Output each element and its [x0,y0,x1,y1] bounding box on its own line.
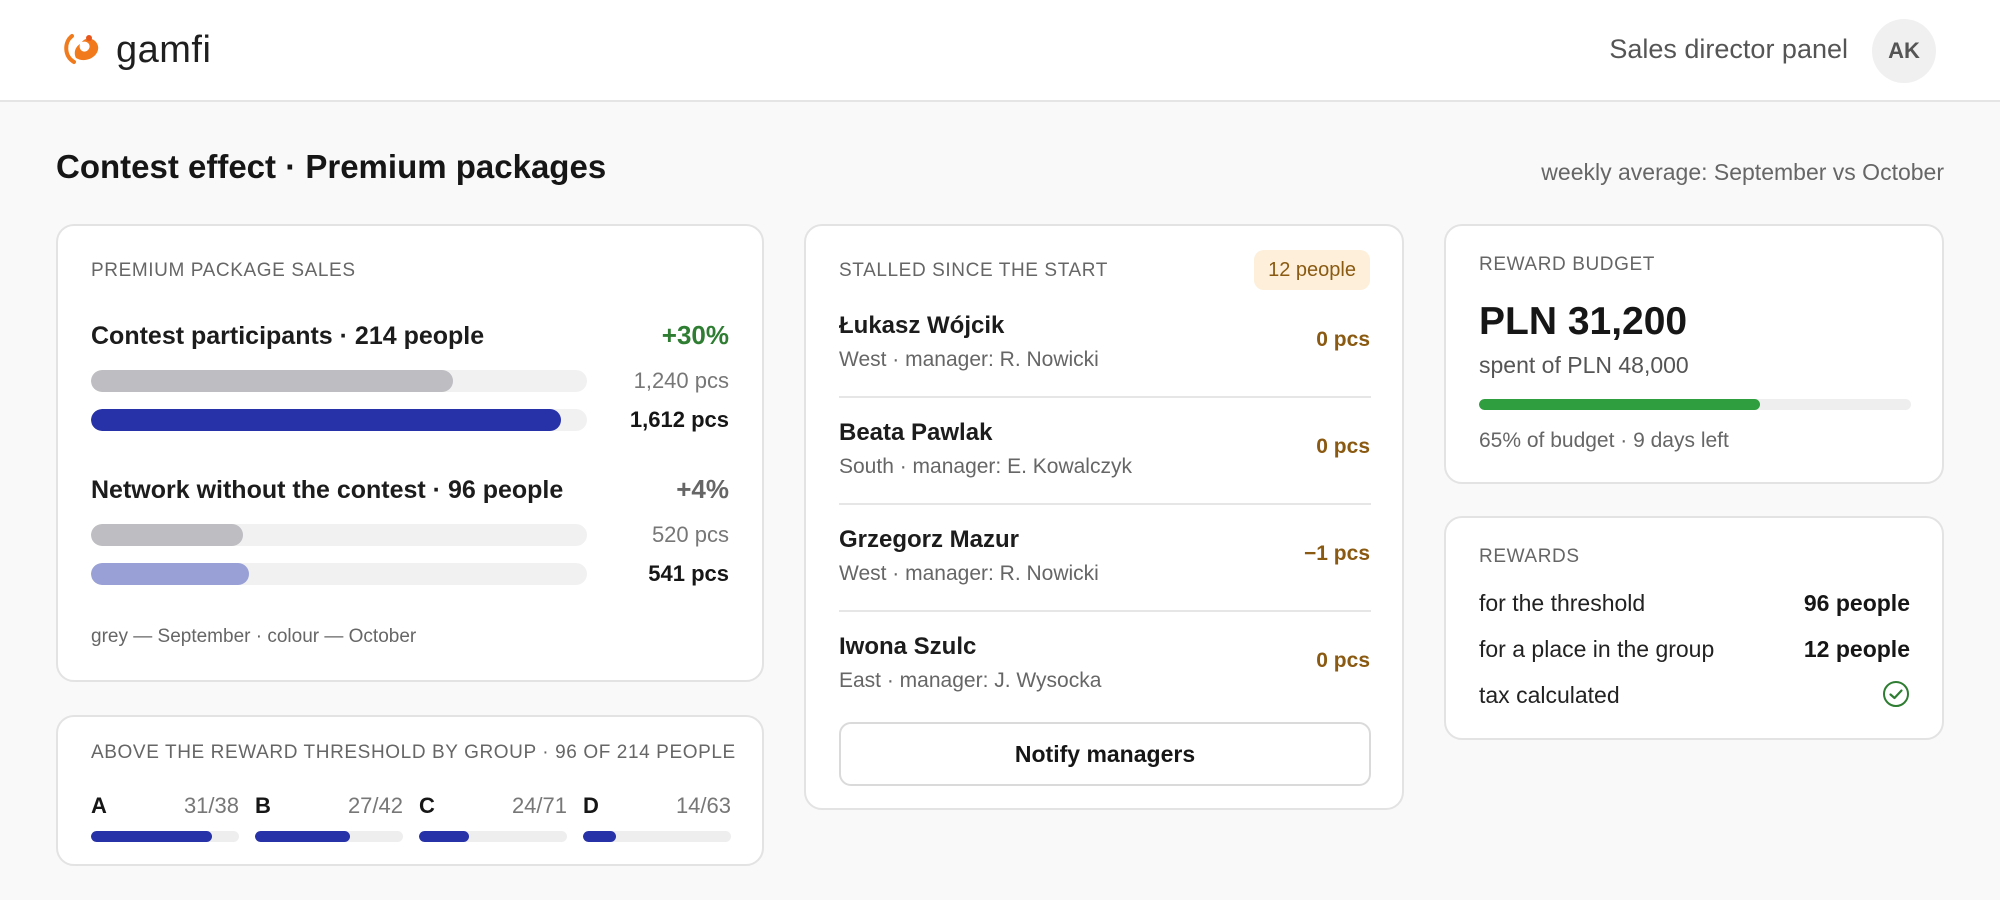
card-caption: REWARDS [1479,546,1580,567]
check-circle-icon [1882,680,1910,713]
reward-row-label: for a place in the group [1479,636,1715,662]
row-divider [839,610,1371,612]
reward-row-value: 12 people [1803,636,1910,662]
group-ratio: 27/42 [347,793,403,818]
group-progress-track [91,831,239,842]
person-name[interactable]: Grzegorz Mazur [839,526,1019,554]
card-caption: ABOVE THE REWARD THRESHOLD BY GROUP · 96… [91,742,736,763]
budget-bar-fill [1479,399,1760,410]
brand-logo[interactable]: gamfi [62,28,211,73]
october-value: 541 pcs [648,561,729,586]
sales-group-label: Contest participants · 214 people [91,322,485,350]
person-detail: South · manager: E. Kowalczyk [839,455,1132,478]
october-value: 1,612 pcs [629,407,729,432]
top-bar: gamfi Sales director panel AK [0,0,2000,102]
september-bar-fill [91,370,453,392]
card-caption: PREMIUM PACKAGE SALES [91,260,356,281]
stalled-count-badge: 12 people [1254,250,1370,290]
person-sales-value: 0 pcs [1316,649,1370,672]
group-letter: A [91,793,107,818]
person-name[interactable]: Iwona Szulc [839,633,976,661]
budget-amount: PLN 31,200 [1479,300,1688,343]
group-letter: C [419,793,435,818]
september-bar-track [91,370,587,392]
october-bar-track [91,409,587,431]
october-bar-track [91,563,587,585]
page-title: Contest effect · Premium packages [56,148,607,185]
october-bar-fill [91,563,249,585]
rewards-card: REWARDS for the threshold 96 people for … [1444,516,1944,740]
group-progress-fill [419,831,470,842]
group-ratio: 14/63 [675,793,731,818]
card-caption: STALLED SINCE THE START [839,260,1108,281]
brand-name: gamfi [116,29,212,71]
person-detail: East · manager: J. Wysocka [839,669,1102,692]
notify-managers-button[interactable]: Notify managers [839,722,1371,786]
sales-change-badge: +4% [676,474,729,504]
avatar[interactable]: AK [1872,19,1936,83]
person-sales-value: 0 pcs [1316,435,1370,458]
sales-group-label: Network without the contest · 96 people [91,476,564,504]
reward-row-label: for the threshold [1479,590,1646,616]
gamfi-logo-icon [62,28,106,73]
september-bar-fill [91,524,243,546]
person-sales-value: 0 pcs [1316,328,1370,351]
group-letter: B [255,793,271,818]
group-progress-track [255,831,403,842]
september-bar-track [91,524,587,546]
person-detail: West · manager: R. Nowicki [839,348,1099,371]
reward-budget-card: REWARD BUDGET PLN 31,200 spent of PLN 48… [1444,224,1944,484]
group-letter: D [583,793,599,818]
person-sales-value: −1 pcs [1304,542,1370,565]
page-subtitle: weekly average: September vs October [1541,159,1944,185]
panel-label: Sales director panel [1609,34,1848,64]
group-ratio: 31/38 [183,793,239,818]
stalled-card: STALLED SINCE THE START 12 people Łukasz… [804,224,1404,810]
reward-row-label: tax calculated [1479,682,1620,708]
group-progress-track [583,831,731,842]
group-progress-fill [255,831,351,842]
group-progress-fill [583,831,616,842]
row-divider [839,396,1371,398]
september-value: 1,240 pcs [633,368,729,393]
september-value: 520 pcs [651,522,729,547]
bar-legend: grey — September · colour — October [91,626,417,647]
group-progress-fill [91,831,212,842]
row-divider [839,503,1371,505]
premium-sales-card: PREMIUM PACKAGE SALES Contest participan… [56,224,764,682]
reward-row-value: 96 people [1803,590,1910,616]
sales-change-badge: +30% [661,320,729,350]
budget-note: 65% of budget · 9 days left [1479,429,1729,452]
card-caption: REWARD BUDGET [1479,254,1655,275]
threshold-card: ABOVE THE REWARD THRESHOLD BY GROUP · 96… [56,715,764,866]
group-progress-track [419,831,567,842]
person-name[interactable]: Beata Pawlak [839,419,992,447]
october-bar-fill [91,409,562,431]
person-name[interactable]: Łukasz Wójcik [839,312,1004,340]
budget-bar-track [1479,399,1911,410]
group-ratio: 24/71 [511,793,567,818]
budget-total: spent of PLN 48,000 [1479,352,1689,378]
person-detail: West · manager: R. Nowicki [839,562,1099,585]
